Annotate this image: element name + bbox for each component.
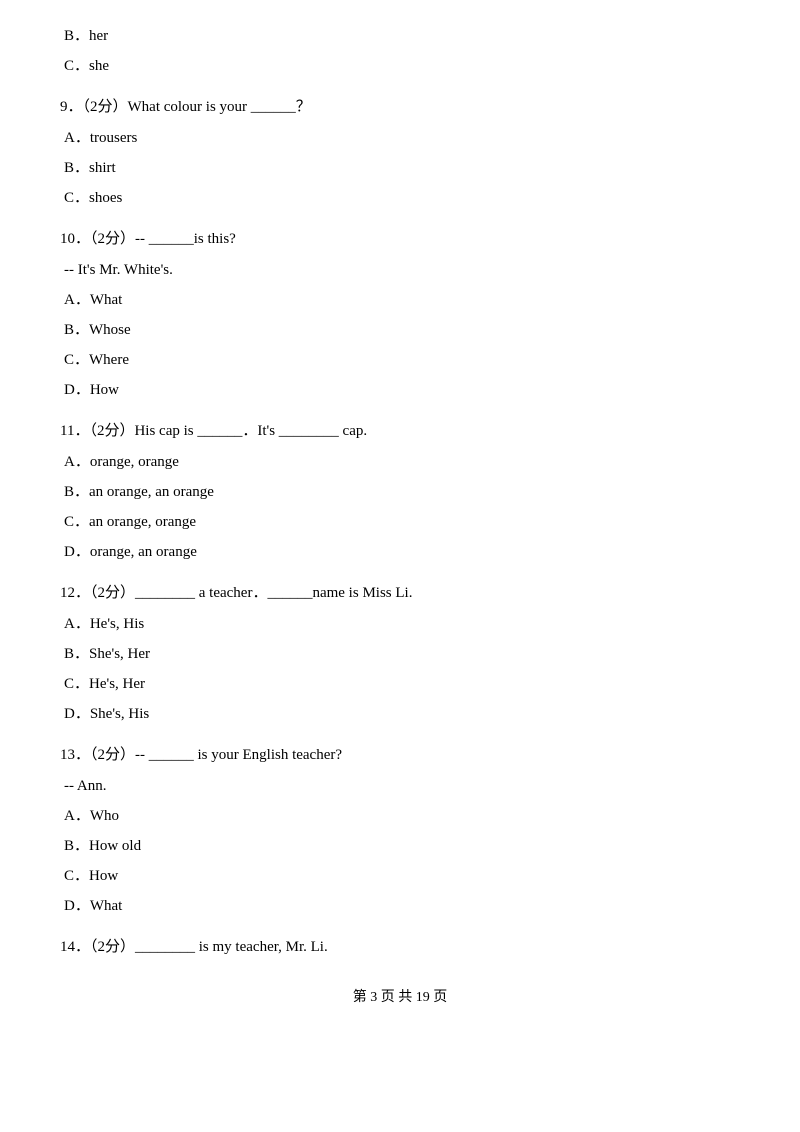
option-line: B．How old	[60, 833, 740, 860]
question-line: 14．（2分）________ is my teacher, Mr. Li.	[60, 934, 740, 961]
option-line: A．trousers	[60, 125, 740, 152]
main-content: B．her C．she 9．（2分）What colour is your ____…	[60, 23, 740, 1010]
option-line: C．an orange, orange	[60, 509, 740, 536]
option-line: C．Where	[60, 347, 740, 374]
option-line: A．Who	[60, 803, 740, 830]
option-line: C．He's, Her	[60, 671, 740, 698]
option-line: A．What	[60, 287, 740, 314]
option-line: -- Ann.	[60, 773, 740, 800]
option-line: B．Whose	[60, 317, 740, 344]
question-line: 10．（2分）-- ______is this?	[60, 226, 740, 253]
option-line: A．orange, orange	[60, 449, 740, 476]
option-line: B．She's, Her	[60, 641, 740, 668]
page-footer: 第 3 页 共 19 页	[60, 985, 740, 1010]
option-line: B．her	[60, 23, 740, 50]
option-line: C．shoes	[60, 185, 740, 212]
option-line: -- It's Mr. White's.	[60, 257, 740, 284]
option-line: D．What	[60, 893, 740, 920]
question-line: 11．（2分）His cap is ______．It's ________ c…	[60, 418, 740, 445]
question-line: 13．（2分）-- ______ is your English teacher…	[60, 742, 740, 769]
option-line: C．How	[60, 863, 740, 890]
option-line: D．She's, His	[60, 701, 740, 728]
question-line: 9．（2分）What colour is your ______？	[60, 94, 740, 121]
option-line: A．He's, His	[60, 611, 740, 638]
option-line: D．orange, an orange	[60, 539, 740, 566]
option-line: B．shirt	[60, 155, 740, 182]
option-line: B．an orange, an orange	[60, 479, 740, 506]
option-line: C．she	[60, 53, 740, 80]
question-line: 12．（2分）________ a teacher．______name is …	[60, 580, 740, 607]
option-line: D．How	[60, 377, 740, 404]
